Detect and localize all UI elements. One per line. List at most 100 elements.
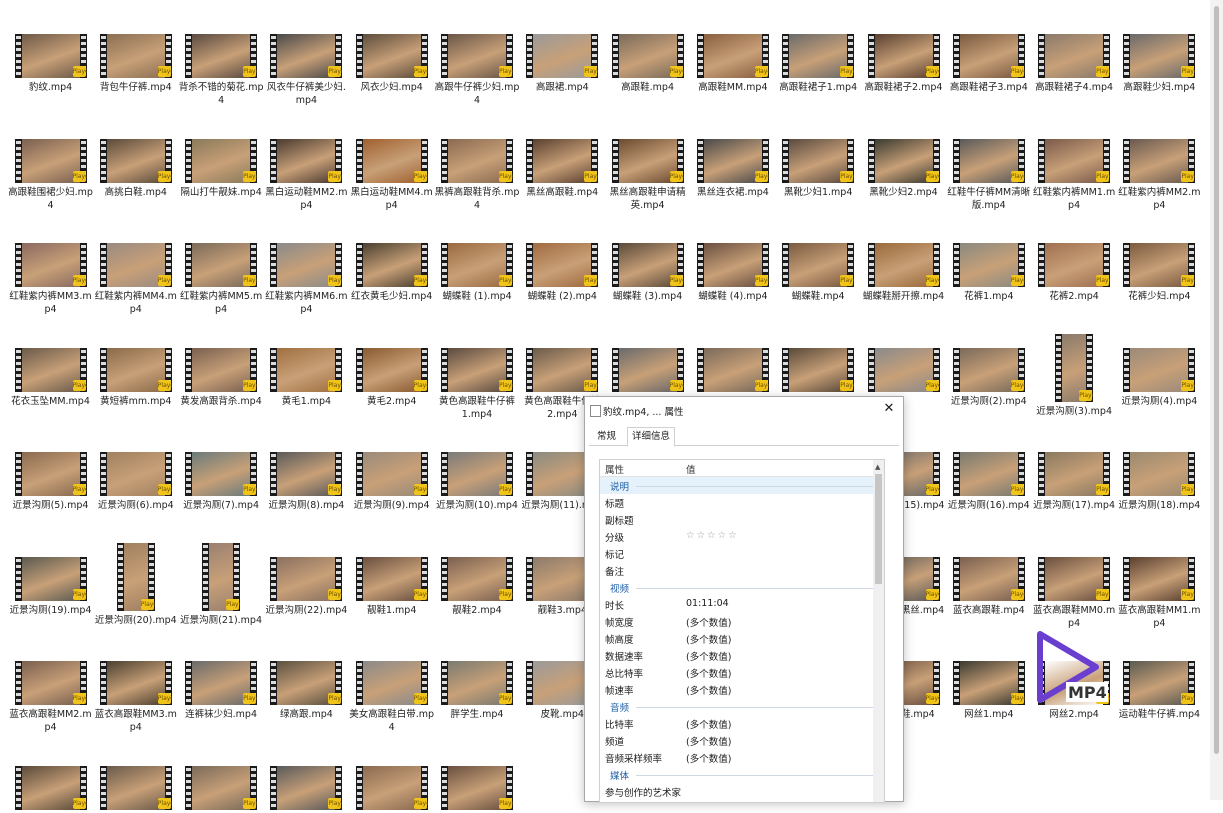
file-item[interactable]: Player 靓鞋2.mp4 bbox=[435, 556, 520, 617]
file-item[interactable]: Player bbox=[93, 765, 178, 813]
file-item[interactable]: Player 近景沟厕(10).mp4 bbox=[435, 452, 520, 512]
video-thumbnail[interactable]: Player bbox=[355, 138, 428, 183]
video-thumbnail[interactable]: Player bbox=[441, 347, 513, 392]
file-item[interactable]: Player 风衣牛仔裤美少妇.mp4 bbox=[264, 34, 349, 107]
file-item[interactable]: Player 蓝衣高跟鞋MM2.mp4 bbox=[8, 661, 93, 734]
property-list[interactable]: 属性 值 说明 标题 副标题 分级 ☆☆☆☆☆ 标记 备注 视频 时长 01:11:04 帧宽度 (多… bbox=[599, 459, 885, 803]
video-thumbnail[interactable]: Player bbox=[696, 138, 769, 183]
video-thumbnail[interactable]: Player bbox=[696, 34, 769, 78]
video-thumbnail[interactable]: Player bbox=[355, 556, 428, 601]
video-thumbnail[interactable]: Player bbox=[952, 138, 1025, 183]
video-thumbnail[interactable]: Player bbox=[185, 661, 258, 705]
property-row[interactable]: 频道 (多个数值) bbox=[600, 732, 884, 749]
video-thumbnail[interactable]: Player bbox=[99, 34, 172, 78]
video-thumbnail[interactable]: Player bbox=[441, 452, 513, 496]
file-item[interactable]: Player 黄毛1.mp4 bbox=[264, 347, 349, 408]
video-thumbnail[interactable]: Player bbox=[952, 347, 1025, 392]
property-row[interactable]: 数据速率 (多个数值) bbox=[600, 647, 884, 664]
video-thumbnail[interactable]: Player bbox=[1123, 347, 1196, 392]
video-thumbnail[interactable]: Player bbox=[355, 34, 428, 78]
file-item[interactable]: Player 黑丝高跟鞋申请精英.mp4 bbox=[605, 138, 690, 212]
video-thumbnail[interactable]: Player bbox=[14, 452, 87, 496]
video-thumbnail[interactable]: Player bbox=[611, 34, 684, 78]
file-item[interactable]: Player 花裤少妇.mp4 bbox=[1117, 243, 1202, 303]
video-thumbnail[interactable]: Player bbox=[355, 765, 428, 810]
video-thumbnail[interactable]: Player bbox=[99, 765, 172, 810]
vertical-scrollbar[interactable] bbox=[1210, 0, 1223, 800]
file-item[interactable]: Player 近景沟厕(17).mp4 bbox=[1032, 452, 1117, 512]
tab-general[interactable]: 常规 bbox=[593, 429, 620, 445]
file-item[interactable]: Player 背杀不错的菊花.mp4 bbox=[179, 34, 264, 107]
file-item[interactable]: Player 蓝衣高跟鞋MM3.mp4 bbox=[93, 661, 178, 734]
file-item[interactable]: Player bbox=[179, 765, 264, 813]
file-item[interactable]: Player bbox=[776, 347, 861, 395]
video-thumbnail[interactable]: Player bbox=[867, 138, 940, 183]
file-item[interactable]: Player 靓鞋1.mp4 bbox=[349, 556, 434, 617]
video-thumbnail[interactable]: Player bbox=[611, 347, 684, 392]
file-item[interactable]: Player 高跟鞋裙子2.mp4 bbox=[861, 34, 946, 94]
video-thumbnail[interactable]: Player bbox=[185, 765, 258, 810]
property-row[interactable]: 副标题 bbox=[600, 511, 884, 528]
video-thumbnail[interactable]: Player bbox=[526, 347, 599, 392]
property-row[interactable]: 总比特率 (多个数值) bbox=[600, 664, 884, 681]
video-thumbnail[interactable]: Player bbox=[1038, 556, 1111, 601]
video-thumbnail[interactable]: Player bbox=[1123, 34, 1196, 78]
file-item[interactable]: Player 近景沟厕(3).mp4 bbox=[1032, 333, 1117, 418]
property-row[interactable]: 帧宽度 (多个数值) bbox=[600, 613, 884, 630]
file-item[interactable]: Player 蝴蝶鞋 (1).mp4 bbox=[435, 243, 520, 303]
video-thumbnail[interactable]: Player bbox=[14, 347, 87, 392]
column-header-property[interactable]: 属性 bbox=[605, 462, 624, 476]
video-thumbnail[interactable]: Player bbox=[441, 765, 513, 810]
video-thumbnail[interactable]: Player bbox=[14, 34, 87, 78]
video-thumbnail[interactable]: Player bbox=[1123, 243, 1196, 287]
property-row[interactable]: 音频采样频率 (多个数值) bbox=[600, 749, 884, 766]
file-item[interactable]: Player 黄短裤mm.mp4 bbox=[93, 347, 178, 408]
file-item[interactable]: Player 高跟鞋裙子3.mp4 bbox=[946, 34, 1031, 94]
file-item[interactable]: Player 蝴蝶鞋 (3).mp4 bbox=[605, 243, 690, 303]
file-item[interactable]: Player 高跟鞋.mp4 bbox=[605, 34, 690, 94]
property-row[interactable]: 分级 ☆☆☆☆☆ bbox=[600, 528, 884, 545]
video-thumbnail[interactable]: Player bbox=[867, 347, 940, 392]
file-item[interactable]: Player bbox=[690, 347, 775, 395]
video-thumbnail[interactable]: Player bbox=[270, 661, 343, 705]
video-thumbnail[interactable]: Player bbox=[270, 765, 343, 810]
file-item[interactable]: Player 高挑白鞋.mp4 bbox=[93, 138, 178, 199]
file-item[interactable]: Player 红鞋紫内裤MM3.mp4 bbox=[8, 243, 93, 316]
video-thumbnail[interactable]: Player bbox=[611, 138, 684, 183]
file-item[interactable]: Player 红鞋紫内裤MM1.mp4 bbox=[1032, 138, 1117, 212]
file-item[interactable]: Player 红鞋紫内裤MM2.mp4 bbox=[1117, 138, 1202, 212]
video-thumbnail[interactable]: Player bbox=[1055, 333, 1094, 402]
video-thumbnail[interactable]: Player bbox=[1038, 138, 1111, 183]
file-item[interactable]: Player 近景沟厕(9).mp4 bbox=[349, 452, 434, 512]
video-thumbnail[interactable]: Player bbox=[441, 661, 513, 705]
file-item[interactable]: Player 近景沟厕(21).mp4 bbox=[179, 542, 264, 627]
file-item[interactable]: Player 高跟牛仔裤少妇.mp4 bbox=[435, 34, 520, 107]
video-thumbnail[interactable]: Player bbox=[1038, 34, 1111, 78]
video-thumbnail[interactable]: Player bbox=[14, 556, 87, 601]
file-item[interactable]: Player 黑白运动鞋MM2.mp4 bbox=[264, 138, 349, 212]
video-thumbnail[interactable]: Player bbox=[952, 452, 1025, 496]
file-item[interactable]: Player 黑靴少妇1.mp4 bbox=[776, 138, 861, 199]
file-item[interactable]: Player 蝴蝶鞋 (4).mp4 bbox=[690, 243, 775, 303]
file-item[interactable]: Player 近景沟厕(20).mp4 bbox=[93, 542, 178, 627]
file-item[interactable]: Player 红鞋紫内裤MM6.mp4 bbox=[264, 243, 349, 316]
tab-details[interactable]: 详细信息 bbox=[627, 427, 676, 447]
video-thumbnail[interactable]: Player bbox=[270, 243, 343, 287]
file-item[interactable]: Player 背包牛仔裤.mp4 bbox=[93, 34, 178, 94]
file-item[interactable]: Player 近景沟厕(18).mp4 bbox=[1117, 452, 1202, 512]
video-thumbnail[interactable]: Player bbox=[99, 138, 172, 183]
video-thumbnail[interactable]: Player bbox=[185, 34, 258, 78]
file-item[interactable]: Player 高跟鞋少妇.mp4 bbox=[1117, 34, 1202, 94]
video-thumbnail[interactable]: Player bbox=[99, 452, 172, 496]
file-item[interactable]: Player 黄毛2.mp4 bbox=[349, 347, 434, 408]
video-thumbnail[interactable]: Player bbox=[611, 243, 684, 287]
file-item[interactable]: Player 高跟鞋围裙少妇.mp4 bbox=[8, 138, 93, 212]
file-item[interactable]: Player 豹纹.mp4 bbox=[8, 34, 93, 94]
video-thumbnail[interactable]: Player bbox=[441, 556, 513, 601]
video-thumbnail[interactable]: Player bbox=[99, 347, 172, 392]
property-row[interactable]: 比特率 (多个数值) bbox=[600, 715, 884, 732]
properties-dialog[interactable]: 豹纹.mp4, ... 属性 ✕ 常规 详细信息 属性 值 说明 标题 副标题 分级 ☆… bbox=[584, 396, 904, 803]
video-thumbnail[interactable]: Player bbox=[355, 661, 428, 705]
file-item[interactable]: Player 高跟裙.mp4 bbox=[520, 34, 605, 94]
video-thumbnail[interactable]: Player bbox=[99, 661, 172, 705]
